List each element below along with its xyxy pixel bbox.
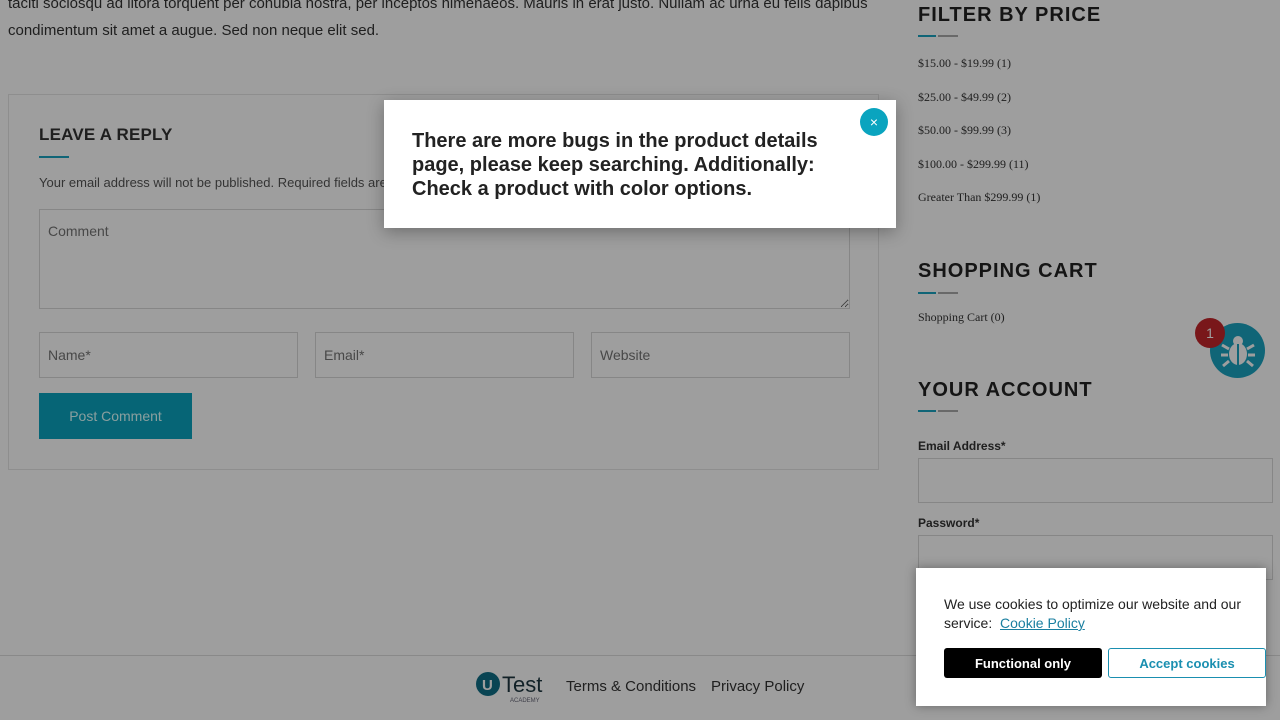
functional-only-button[interactable]: Functional only (944, 648, 1102, 678)
modal-message: There are more bugs in the product detai… (412, 130, 818, 200)
cookie-message: We use cookies to optimize our website a… (944, 596, 1242, 631)
cookie-text: We use cookies to optimize our website a… (944, 595, 1254, 633)
close-icon: × (869, 114, 879, 130)
bug-hint-modal: There are more bugs in the product detai… (384, 100, 896, 228)
accept-cookies-button[interactable]: Accept cookies (1108, 648, 1266, 678)
cookie-banner: We use cookies to optimize our website a… (916, 568, 1266, 706)
cookie-policy-link[interactable]: Cookie Policy (1000, 615, 1085, 631)
modal-close-button[interactable]: × (860, 108, 888, 136)
